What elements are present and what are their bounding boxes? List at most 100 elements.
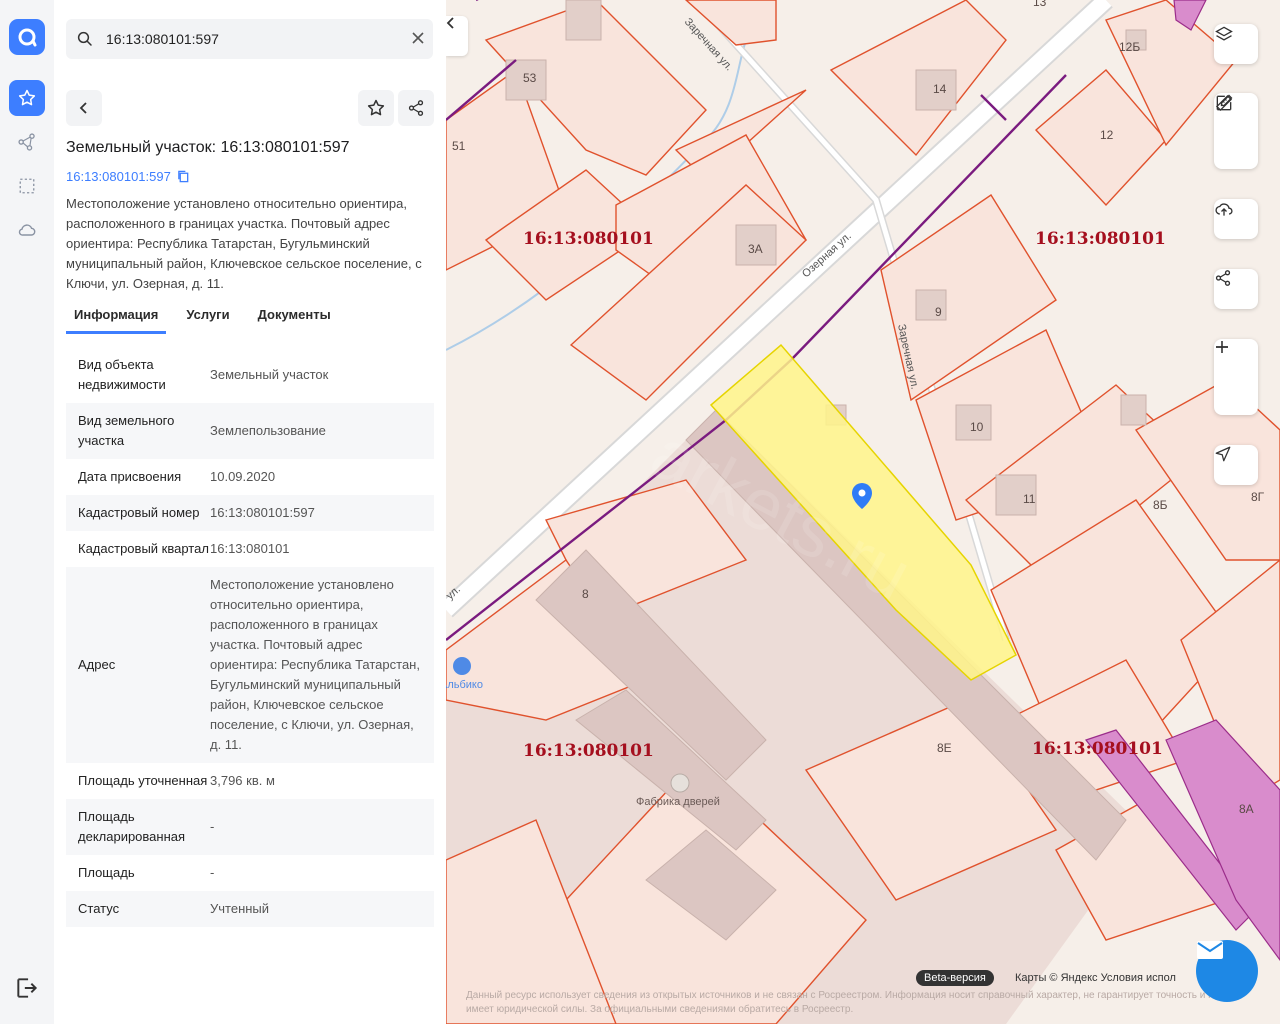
collapse-panel-button[interactable] xyxy=(446,16,468,56)
edit-icon[interactable] xyxy=(1214,93,1234,113)
favorites-button[interactable] xyxy=(9,80,45,116)
chevron-left-icon xyxy=(79,102,87,114)
poi-label[interactable]: Альбико xyxy=(446,679,483,691)
table-row: Вид объекта недвижимости Земельный участо… xyxy=(66,347,434,403)
cloud-button[interactable] xyxy=(9,212,45,248)
row-key: Кадастровый номер xyxy=(78,505,200,520)
share-icon xyxy=(408,100,424,116)
tab-bar: Информация Услуги Документы xyxy=(66,304,351,334)
cloud-icon xyxy=(18,224,36,236)
cloud-upload-icon xyxy=(1215,203,1233,216)
layers-button[interactable] xyxy=(1214,24,1258,64)
navigation-arrow-icon xyxy=(1215,446,1231,462)
row-value: 16:13:080101:597 xyxy=(210,505,315,520)
row-key: Площадь декларированная xyxy=(78,809,186,844)
page-title: Земельный участок: 16:13:080101:597 xyxy=(66,139,350,156)
row-key: Статус xyxy=(78,901,120,916)
select-area-button[interactable] xyxy=(9,168,45,204)
table-row: Площадь декларированная - xyxy=(66,799,434,855)
house-number: 8 xyxy=(582,587,589,601)
search-input[interactable]: 16:13:080101:597 xyxy=(106,31,219,47)
house-number: 8А xyxy=(1239,802,1254,816)
house-number: 11 xyxy=(1023,492,1036,506)
share-icon xyxy=(1215,270,1231,286)
close-icon[interactable] xyxy=(411,31,425,45)
row-key: Площадь xyxy=(78,865,135,880)
house-number: 12Б xyxy=(1119,40,1140,54)
quarter-label: 16:13:080101 xyxy=(523,741,654,761)
house-number: 13 xyxy=(1033,0,1047,9)
house-number: 53 xyxy=(523,71,537,85)
house-number: 51 xyxy=(452,139,466,153)
cad-number-link[interactable]: 16:13:080101:597 xyxy=(66,169,190,184)
row-key: Вид объекта недвижимости xyxy=(78,357,166,392)
search-icon xyxy=(77,31,92,46)
cadastral-map[interactable]: 16:13:080101 16:13:080101 16:13:080101 1… xyxy=(446,0,1280,1024)
layers-icon xyxy=(1215,26,1233,41)
row-value: - xyxy=(210,865,215,880)
copy-icon[interactable] xyxy=(177,170,190,183)
map-share-button[interactable] xyxy=(1214,269,1258,309)
row-value: Землепользование xyxy=(210,423,326,438)
row-value: Учтенный xyxy=(210,901,270,916)
routes-button[interactable] xyxy=(9,124,45,160)
row-value: 3,796 кв. м xyxy=(210,773,275,788)
row-key: Адрес xyxy=(78,657,116,672)
search-bar[interactable]: 16:13:080101:597 xyxy=(66,19,433,59)
table-row: Дата присвоения 10.09.2020 xyxy=(66,459,434,495)
table-row: Адрес Местоположение установлено относите… xyxy=(66,567,434,763)
zoom-out-icon[interactable] xyxy=(1214,339,1230,355)
row-value: 10.09.2020 xyxy=(210,469,276,484)
feedback-button[interactable] xyxy=(1196,940,1258,1002)
measure-tools xyxy=(1214,93,1258,169)
info-panel: 16:13:080101:597 Земельный участок: 16:1… xyxy=(54,0,446,1024)
row-key: Вид земельного участка xyxy=(78,413,175,448)
row-value: Земельный участок xyxy=(210,367,329,382)
row-key: Площадь уточненная xyxy=(78,773,208,788)
zoom-controls xyxy=(1214,339,1258,415)
tab-documents[interactable]: Документы xyxy=(250,304,339,331)
quarter-label: 16:13:080101 xyxy=(1035,229,1166,249)
info-table: Вид объекта недвижимости Земельный участо… xyxy=(66,347,434,927)
table-row: Кадастровый номер 16:13:080101:597 xyxy=(66,495,434,531)
geolocate-button[interactable] xyxy=(1214,445,1258,485)
star-icon xyxy=(367,99,385,116)
logo-icon xyxy=(18,28,37,47)
poi-label[interactable]: Фабрика дверей xyxy=(636,796,720,808)
tab-info[interactable]: Информация xyxy=(66,304,167,334)
row-value: Местоположение установлено относительно … xyxy=(210,577,420,752)
table-row: Кадастровый квартал 16:13:080101 xyxy=(66,531,434,567)
left-rail xyxy=(0,0,55,1024)
house-number: 8Г xyxy=(1251,490,1265,504)
share-button[interactable] xyxy=(398,90,434,126)
quarter-label: 16:13:080101 xyxy=(1032,739,1163,759)
table-row: Площадь уточненная 3,796 кв. м xyxy=(66,763,434,799)
chevron-left-icon xyxy=(446,17,454,29)
row-value: - xyxy=(210,819,215,834)
quarter-label: 16:13:080101 xyxy=(523,229,654,249)
map-view[interactable]: 16:13:080101 16:13:080101 16:13:080101 1… xyxy=(446,0,1280,1024)
map-attribution[interactable]: Карты © Яндекс Условия испол xyxy=(1015,972,1176,984)
row-value: 16:13:080101 xyxy=(210,541,290,556)
app-logo[interactable] xyxy=(9,19,45,55)
dashed-square-icon xyxy=(19,178,35,194)
row-key: Дата присвоения xyxy=(78,469,182,484)
logout-button[interactable] xyxy=(14,975,40,1006)
beta-badge: Beta-версия xyxy=(916,970,994,986)
nodes-icon xyxy=(18,133,35,151)
tab-services[interactable]: Услуги xyxy=(178,304,237,331)
table-row: Вид земельного участка Землепользование xyxy=(66,403,434,459)
back-button[interactable] xyxy=(66,90,102,126)
cad-number-text[interactable]: 16:13:080101:597 xyxy=(66,169,171,184)
upload-button[interactable] xyxy=(1214,199,1258,239)
house-number: 14 xyxy=(933,82,947,96)
table-row: Площадь - xyxy=(66,855,434,891)
add-favorite-button[interactable] xyxy=(358,90,394,126)
map-disclaimer: Данный ресурс использует сведения из отк… xyxy=(466,990,1220,1015)
row-key: Кадастровый квартал xyxy=(78,541,209,556)
star-icon xyxy=(18,89,36,106)
house-number: 10 xyxy=(970,420,984,434)
table-row: Статус Учтенный xyxy=(66,891,434,927)
object-description: Местоположение установлено относительно … xyxy=(66,196,422,291)
logout-icon xyxy=(17,978,38,998)
